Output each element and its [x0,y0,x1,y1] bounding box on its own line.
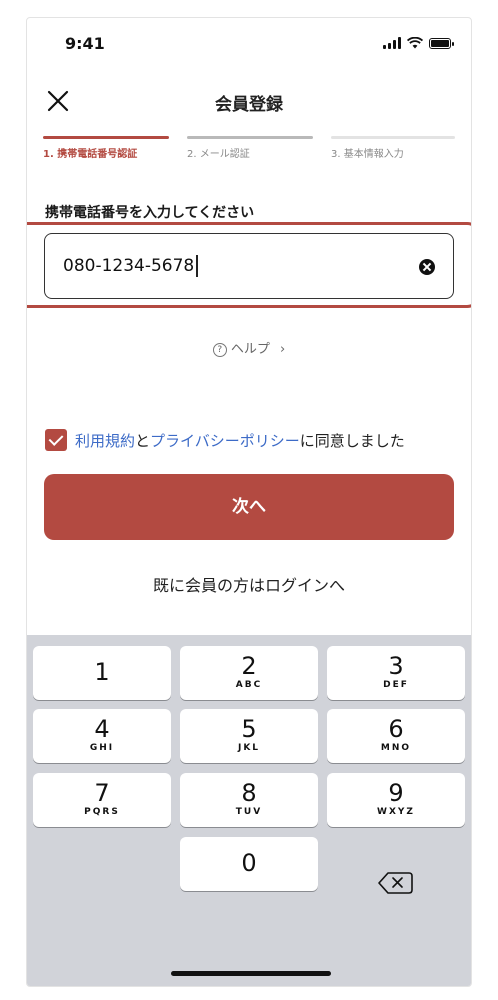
key-9[interactable]: 9 WXYZ [327,773,465,827]
agreement-and-text: と [135,431,151,450]
key-5[interactable]: 5 JKL [180,709,318,763]
help-link[interactable]: ? ヘルプ › [27,338,471,357]
agreement-row: 利用規約とプライバシーポリシー に同意しました [45,429,405,451]
step-2: 2. メール認証 [187,136,313,160]
agreement-suffix: に同意しました [299,431,405,450]
key-4[interactable]: 4 GHI [33,709,171,763]
battery-icon [429,37,454,49]
login-link[interactable]: 既に会員の方はログインへ [27,572,471,596]
backspace-key[interactable] [327,856,465,910]
key-0[interactable]: 0 [180,837,318,891]
step-2-label: 2. メール認証 [187,149,250,160]
status-bar: 9:41 [27,18,471,74]
home-indicator[interactable] [171,971,331,976]
phone-screen: 9:41 会員登録 1. 携帯電話番号認証 2. メール認証 3. 基本情報入力… [26,17,472,987]
phone-prompt: 携帯電話番号を入力してください [45,205,255,221]
text-caret [196,255,198,277]
key-7[interactable]: 7 PQRS [33,773,171,827]
key-8[interactable]: 8 TUV [180,773,318,827]
phone-input[interactable]: 080-1234-5678 [44,233,454,299]
privacy-policy-link[interactable]: プライバシーポリシー [150,430,300,451]
key-1[interactable]: 1 [33,646,171,700]
terms-link[interactable]: 利用規約 [75,430,135,451]
chevron-right-icon: › [279,342,286,357]
help-label: ヘルプ [230,342,270,357]
step-3: 3. 基本情報入力 [331,136,455,160]
page-title: 会員登録 [215,95,283,115]
key-2[interactable]: 2 ABC [180,646,318,700]
phone-input-value: 080-1234-5678 [63,256,195,276]
status-time: 9:41 [65,34,105,53]
agree-checkbox[interactable] [45,429,67,451]
key-3[interactable]: 3 DEF [327,646,465,700]
clear-input-button[interactable] [419,259,435,275]
wifi-icon [407,37,423,49]
key-6[interactable]: 6 MNO [327,709,465,763]
cellular-signal-icon [383,37,401,49]
step-indicator: 1. 携帯電話番号認証 2. メール認証 3. 基本情報入力 [43,136,455,166]
numeric-keyboard: 1 2 ABC 3 DEF 4 GHI 5 JKL 6 MNO 7 PQRS 8… [27,635,471,986]
question-icon: ? [212,343,227,357]
step-1: 1. 携帯電話番号認証 [43,136,169,160]
backspace-icon [378,872,413,894]
step-1-label: 1. 携帯電話番号認証 [43,149,138,160]
step-3-label: 3. 基本情報入力 [331,149,404,160]
header: 会員登録 [27,84,471,124]
next-button[interactable]: 次へ [44,474,454,540]
